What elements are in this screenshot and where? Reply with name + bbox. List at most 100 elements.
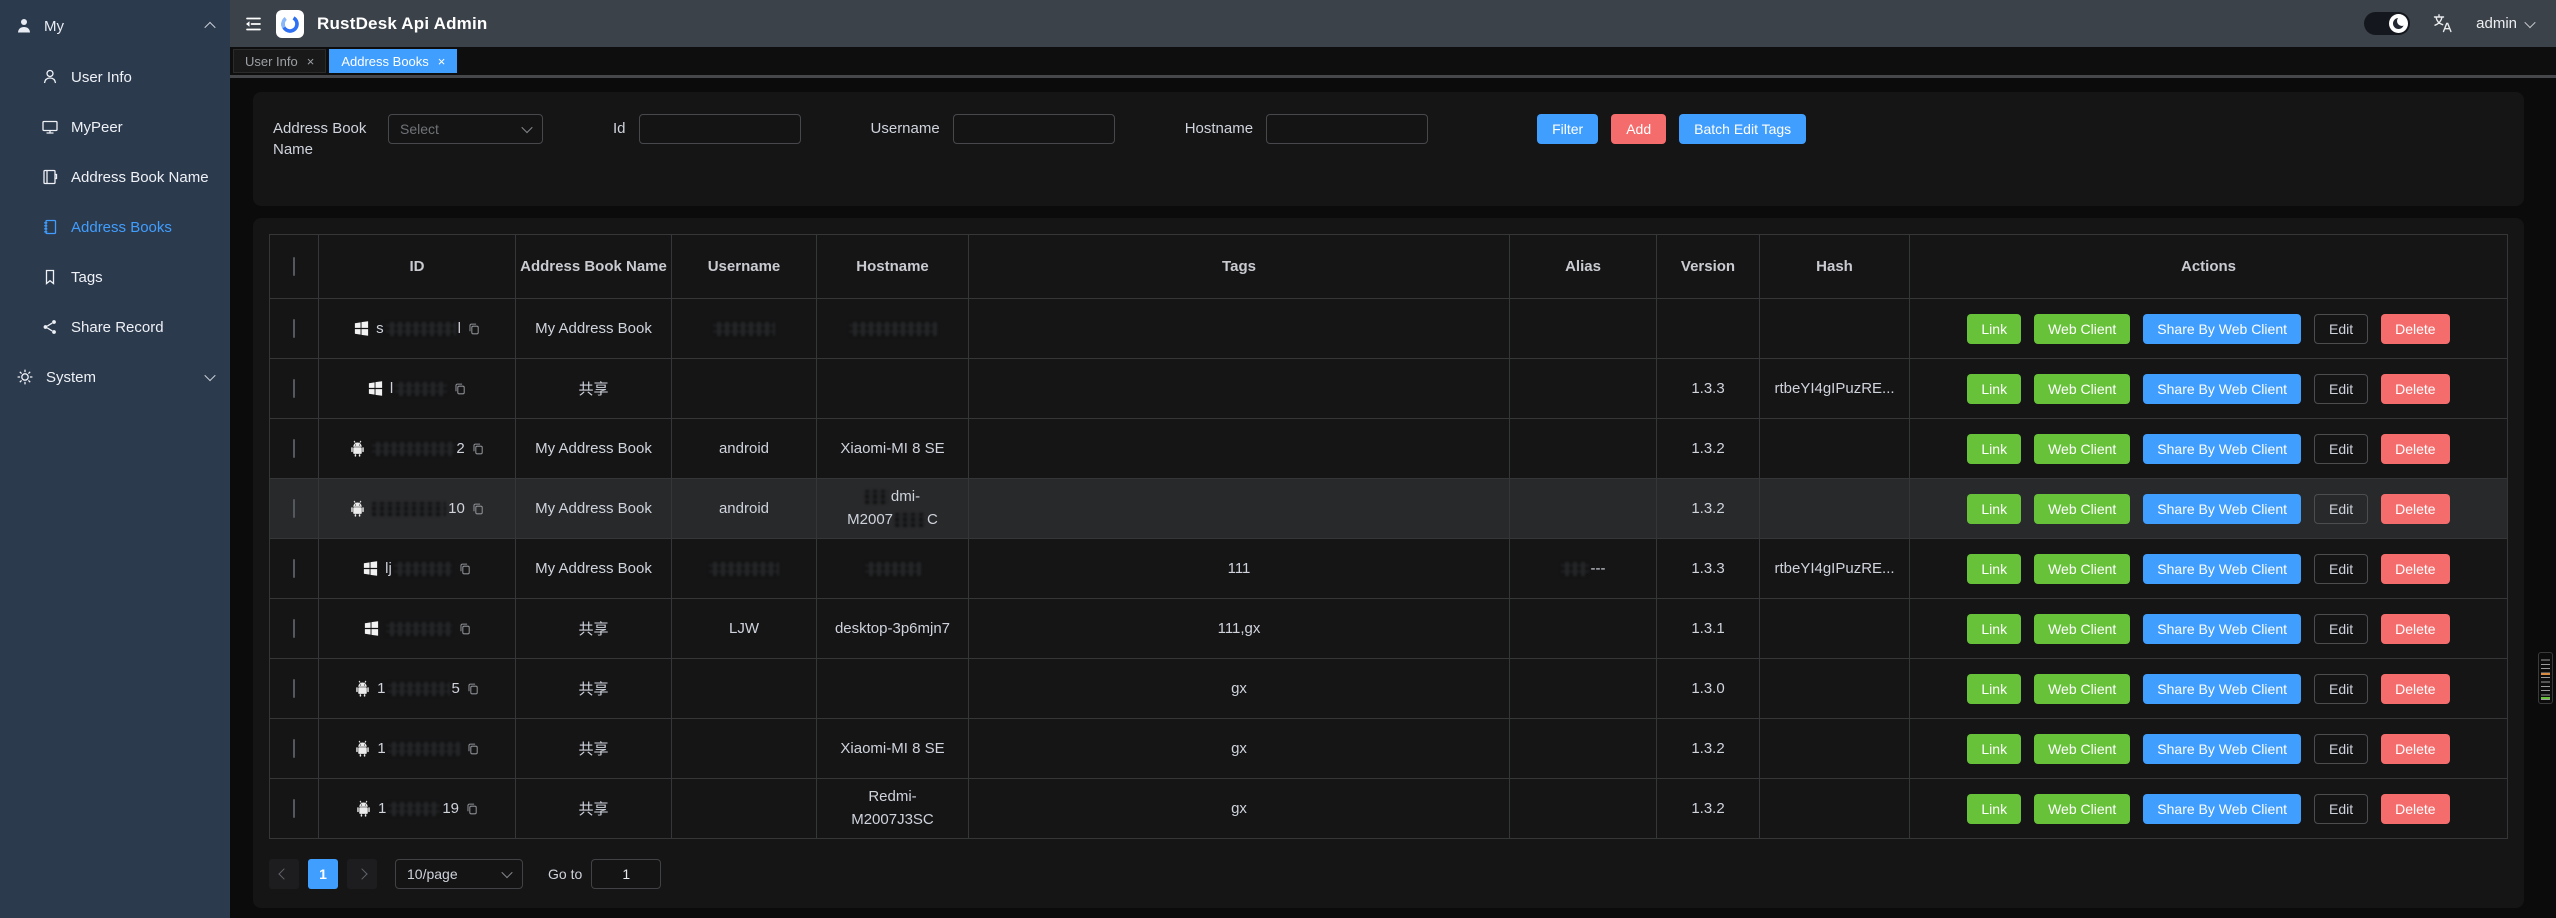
sidebar-item-address-book-name[interactable]: Address Book Name: [0, 152, 230, 202]
edit-button[interactable]: Edit: [2314, 494, 2368, 524]
row-checkbox[interactable]: [293, 559, 295, 578]
edit-button[interactable]: Edit: [2314, 674, 2368, 704]
moon-icon: [2389, 14, 2408, 33]
share-by-web-client-button[interactable]: Share By Web Client: [2143, 434, 2301, 464]
edit-button[interactable]: Edit: [2314, 314, 2368, 344]
share-by-web-client-button[interactable]: Share By Web Client: [2143, 614, 2301, 644]
web-client-button[interactable]: Web Client: [2034, 314, 2130, 344]
row-checkbox[interactable]: [293, 439, 295, 458]
page-number-button[interactable]: 1: [308, 859, 338, 889]
web-client-button[interactable]: Web Client: [2034, 614, 2130, 644]
windows-icon: [353, 319, 370, 338]
sidebar-fold-icon[interactable]: [243, 14, 263, 34]
web-client-button[interactable]: Web Client: [2034, 374, 2130, 404]
web-client-button[interactable]: Web Client: [2034, 434, 2130, 464]
copy-icon[interactable]: [458, 562, 472, 576]
share-by-web-client-button[interactable]: Share By Web Client: [2143, 794, 2301, 824]
web-client-button[interactable]: Web Client: [2034, 734, 2130, 764]
edit-button[interactable]: Edit: [2314, 734, 2368, 764]
delete-button[interactable]: Delete: [2381, 734, 2449, 764]
web-client-button[interactable]: Web Client: [2034, 794, 2130, 824]
delete-button[interactable]: Delete: [2381, 614, 2449, 644]
hash-cell: [1760, 419, 1910, 479]
select-all-checkbox[interactable]: [293, 257, 295, 276]
batch-edit-tags-button[interactable]: Batch Edit Tags: [1679, 114, 1806, 144]
link-button[interactable]: Link: [1967, 494, 2021, 524]
row-checkbox[interactable]: [293, 379, 295, 398]
user-dropdown[interactable]: admin: [2476, 15, 2534, 32]
username-input[interactable]: [953, 114, 1115, 144]
edit-button[interactable]: Edit: [2314, 554, 2368, 584]
sidebar-item-mypeer[interactable]: MyPeer: [0, 102, 230, 152]
delete-button[interactable]: Delete: [2381, 794, 2449, 824]
delete-button[interactable]: Delete: [2381, 674, 2449, 704]
delete-button[interactable]: Delete: [2381, 314, 2449, 344]
share-by-web-client-button[interactable]: Share By Web Client: [2143, 734, 2301, 764]
link-button[interactable]: Link: [1967, 794, 2021, 824]
tab-address-books[interactable]: Address Books×: [329, 49, 457, 73]
sidebar-item-system[interactable]: System: [0, 352, 230, 402]
share-by-web-client-button[interactable]: Share By Web Client: [2143, 674, 2301, 704]
select-cell: [270, 719, 319, 779]
copy-icon[interactable]: [453, 382, 467, 396]
tab-user-info[interactable]: User Info×: [233, 49, 326, 73]
row-checkbox[interactable]: [293, 799, 295, 818]
copy-icon[interactable]: [458, 622, 472, 636]
share-by-web-client-button[interactable]: Share By Web Client: [2143, 314, 2301, 344]
filter-button[interactable]: Filter: [1537, 114, 1598, 144]
delete-button[interactable]: Delete: [2381, 494, 2449, 524]
page-size-select[interactable]: 10/page: [395, 859, 523, 889]
address-book-name-select[interactable]: Select: [388, 114, 543, 144]
sidebar-item-share-record[interactable]: Share Record: [0, 302, 230, 352]
copy-icon[interactable]: [471, 442, 485, 456]
link-button[interactable]: Link: [1967, 434, 2021, 464]
link-button[interactable]: Link: [1967, 614, 2021, 644]
prev-page-button[interactable]: [269, 859, 299, 889]
address-book-name-cell: 共享: [516, 599, 672, 659]
web-client-button[interactable]: Web Client: [2034, 494, 2130, 524]
share-by-web-client-button[interactable]: Share By Web Client: [2143, 494, 2301, 524]
redacted-block: [386, 322, 456, 336]
row-checkbox[interactable]: [293, 499, 295, 518]
copy-icon[interactable]: [467, 322, 481, 336]
dark-mode-toggle[interactable]: [2364, 12, 2410, 35]
edit-button[interactable]: Edit: [2314, 614, 2368, 644]
scroll-minimap[interactable]: [2538, 652, 2553, 704]
add-button[interactable]: Add: [1611, 114, 1666, 144]
sidebar-item-tags[interactable]: Tags: [0, 252, 230, 302]
row-checkbox[interactable]: [293, 739, 295, 758]
sidebar-item-user-info[interactable]: User Info: [0, 52, 230, 102]
share-by-web-client-button[interactable]: Share By Web Client: [2143, 554, 2301, 584]
delete-button[interactable]: Delete: [2381, 434, 2449, 464]
link-button[interactable]: Link: [1967, 674, 2021, 704]
id-input[interactable]: [639, 114, 801, 144]
row-checkbox[interactable]: [293, 619, 295, 638]
sidebar-group-my[interactable]: My: [0, 0, 230, 52]
row-checkbox[interactable]: [293, 679, 295, 698]
column-header-id: ID: [319, 235, 516, 299]
link-button[interactable]: Link: [1967, 734, 2021, 764]
link-button[interactable]: Link: [1967, 554, 2021, 584]
language-icon[interactable]: [2432, 13, 2454, 35]
copy-icon[interactable]: [471, 502, 485, 516]
edit-button[interactable]: Edit: [2314, 374, 2368, 404]
edit-button[interactable]: Edit: [2314, 434, 2368, 464]
goto-page-input[interactable]: [591, 859, 661, 889]
copy-icon[interactable]: [465, 802, 479, 816]
delete-button[interactable]: Delete: [2381, 554, 2449, 584]
close-icon[interactable]: ×: [438, 55, 446, 68]
edit-button[interactable]: Edit: [2314, 794, 2368, 824]
close-icon[interactable]: ×: [307, 55, 315, 68]
row-checkbox[interactable]: [293, 319, 295, 338]
share-by-web-client-button[interactable]: Share By Web Client: [2143, 374, 2301, 404]
copy-icon[interactable]: [466, 682, 480, 696]
link-button[interactable]: Link: [1967, 374, 2021, 404]
web-client-button[interactable]: Web Client: [2034, 554, 2130, 584]
hostname-input[interactable]: [1266, 114, 1428, 144]
delete-button[interactable]: Delete: [2381, 374, 2449, 404]
web-client-button[interactable]: Web Client: [2034, 674, 2130, 704]
next-page-button[interactable]: [347, 859, 377, 889]
sidebar-item-address-books[interactable]: Address Books: [0, 202, 230, 252]
link-button[interactable]: Link: [1967, 314, 2021, 344]
copy-icon[interactable]: [466, 742, 480, 756]
